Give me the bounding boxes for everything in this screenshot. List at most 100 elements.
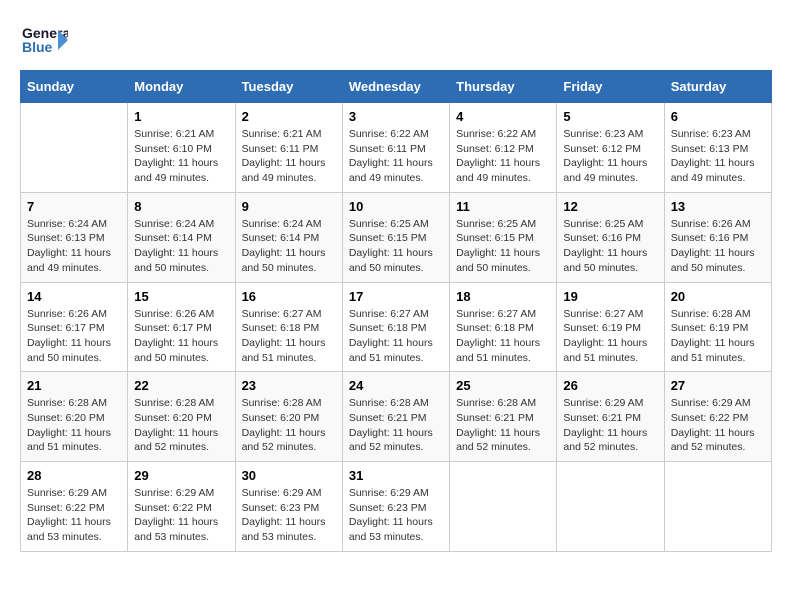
day-info: Sunrise: 6:27 AM Sunset: 6:18 PM Dayligh… [349,307,443,366]
calendar-cell: 3 Sunrise: 6:22 AM Sunset: 6:11 PM Daylig… [342,103,449,193]
weekday-header: Thursday [450,71,557,103]
day-info: Sunrise: 6:24 AM Sunset: 6:14 PM Dayligh… [134,217,228,276]
weekday-header: Monday [128,71,235,103]
calendar-cell: 31Sunrise: 6:29 AM Sunset: 6:23 PM Dayli… [342,462,449,552]
calendar-cell: 6Sunrise: 6:23 AM Sunset: 6:13 PM Daylig… [664,103,771,193]
day-number: 6 [671,109,765,124]
day-info: Sunrise: 6:25 AM Sunset: 6:16 PM Dayligh… [563,217,657,276]
logo: General Blue [20,20,68,60]
weekday-header: Tuesday [235,71,342,103]
calendar-cell: 29 Sunrise: 6:29 AM Sunset: 6:22 PM Dayli… [128,462,235,552]
day-number: 17 [349,289,443,304]
day-info: Sunrise: 6:28 AM Sunset: 6:19 PM Dayligh… [671,307,765,366]
day-number: 20 [671,289,765,304]
day-info: Sunrise: 6:22 AM Sunset: 6:12 PM Dayligh… [456,127,550,186]
day-number: 27 [671,378,765,393]
calendar-cell: 8 Sunrise: 6:24 AM Sunset: 6:14 PM Daylig… [128,192,235,282]
day-info: Sunrise: 6:29 AM Sunset: 6:23 PM Dayligh… [242,486,336,545]
day-number: 23 [242,378,336,393]
calendar-cell: 23 Sunrise: 6:28 AM Sunset: 6:20 PM Dayli… [235,372,342,462]
day-number: 15 [134,289,228,304]
calendar-cell: 13 Sunrise: 6:26 AM Sunset: 6:16 PM Dayli… [664,192,771,282]
day-number: 8 [134,199,228,214]
day-number: 29 [134,468,228,483]
day-info: Sunrise: 6:28 AM Sunset: 6:20 PM Dayligh… [242,396,336,455]
calendar-cell: 24 Sunrise: 6:28 AM Sunset: 6:21 PM Dayli… [342,372,449,462]
day-number: 30 [242,468,336,483]
day-info: Sunrise: 6:22 AM Sunset: 6:11 PM Dayligh… [349,127,443,186]
calendar-cell [21,103,128,193]
day-info: Sunrise: 6:26 AM Sunset: 6:17 PM Dayligh… [134,307,228,366]
calendar-cell: 9 Sunrise: 6:24 AM Sunset: 6:14 PM Daylig… [235,192,342,282]
calendar-table: SundayMondayTuesdayWednesdayThursdayFrid… [20,70,772,552]
calendar-cell: 12 Sunrise: 6:25 AM Sunset: 6:16 PM Dayli… [557,192,664,282]
calendar-cell: 21 Sunrise: 6:28 AM Sunset: 6:20 PM Dayli… [21,372,128,462]
day-info: Sunrise: 6:24 AM Sunset: 6:13 PM Dayligh… [27,217,121,276]
calendar-cell: 20 Sunrise: 6:28 AM Sunset: 6:19 PM Dayli… [664,282,771,372]
day-number: 2 [242,109,336,124]
calendar-cell: 26 Sunrise: 6:29 AM Sunset: 6:21 PM Dayli… [557,372,664,462]
day-info: Sunrise: 6:28 AM Sunset: 6:21 PM Dayligh… [349,396,443,455]
calendar-cell: 14 Sunrise: 6:26 AM Sunset: 6:17 PM Dayli… [21,282,128,372]
day-info: Sunrise: 6:23 AM Sunset: 6:12 PM Dayligh… [563,127,657,186]
day-number: 22 [134,378,228,393]
weekday-header: Friday [557,71,664,103]
calendar-cell: 2Sunrise: 6:21 AM Sunset: 6:11 PM Daylig… [235,103,342,193]
weekday-header: Sunday [21,71,128,103]
day-number: 13 [671,199,765,214]
calendar-cell: 18 Sunrise: 6:27 AM Sunset: 6:18 PM Dayli… [450,282,557,372]
calendar-header-row: SundayMondayTuesdayWednesdayThursdayFrid… [21,71,772,103]
day-info: Sunrise: 6:29 AM Sunset: 6:22 PM Dayligh… [671,396,765,455]
day-number: 4 [456,109,550,124]
calendar-cell: 19 Sunrise: 6:27 AM Sunset: 6:19 PM Dayli… [557,282,664,372]
calendar-cell [664,462,771,552]
calendar-week-row: 21 Sunrise: 6:28 AM Sunset: 6:20 PM Dayli… [21,372,772,462]
day-info: Sunrise: 6:21 AM Sunset: 6:10 PM Dayligh… [134,127,228,186]
day-number: 10 [349,199,443,214]
calendar-cell: 16Sunrise: 6:27 AM Sunset: 6:18 PM Dayli… [235,282,342,372]
calendar-cell: 11 Sunrise: 6:25 AM Sunset: 6:15 PM Dayli… [450,192,557,282]
day-info: Sunrise: 6:26 AM Sunset: 6:16 PM Dayligh… [671,217,765,276]
day-number: 9 [242,199,336,214]
day-number: 26 [563,378,657,393]
day-number: 31 [349,468,443,483]
page-header: General Blue [20,20,772,60]
calendar-cell: 15 Sunrise: 6:26 AM Sunset: 6:17 PM Dayli… [128,282,235,372]
day-number: 1 [134,109,228,124]
day-info: Sunrise: 6:25 AM Sunset: 6:15 PM Dayligh… [456,217,550,276]
calendar-cell: 10 Sunrise: 6:25 AM Sunset: 6:15 PM Dayli… [342,192,449,282]
day-number: 25 [456,378,550,393]
svg-text:Blue: Blue [22,39,53,55]
calendar-week-row: 7Sunrise: 6:24 AM Sunset: 6:13 PM Daylig… [21,192,772,282]
calendar-cell: 25 Sunrise: 6:28 AM Sunset: 6:21 PM Dayli… [450,372,557,462]
day-number: 28 [27,468,121,483]
day-info: Sunrise: 6:28 AM Sunset: 6:20 PM Dayligh… [134,396,228,455]
day-number: 19 [563,289,657,304]
calendar-cell: 5 Sunrise: 6:23 AM Sunset: 6:12 PM Daylig… [557,103,664,193]
day-number: 14 [27,289,121,304]
day-info: Sunrise: 6:29 AM Sunset: 6:21 PM Dayligh… [563,396,657,455]
day-number: 3 [349,109,443,124]
day-info: Sunrise: 6:27 AM Sunset: 6:19 PM Dayligh… [563,307,657,366]
day-info: Sunrise: 6:29 AM Sunset: 6:22 PM Dayligh… [27,486,121,545]
day-info: Sunrise: 6:28 AM Sunset: 6:20 PM Dayligh… [27,396,121,455]
day-number: 24 [349,378,443,393]
day-info: Sunrise: 6:24 AM Sunset: 6:14 PM Dayligh… [242,217,336,276]
day-info: Sunrise: 6:25 AM Sunset: 6:15 PM Dayligh… [349,217,443,276]
day-number: 11 [456,199,550,214]
day-info: Sunrise: 6:28 AM Sunset: 6:21 PM Dayligh… [456,396,550,455]
calendar-cell [450,462,557,552]
day-info: Sunrise: 6:26 AM Sunset: 6:17 PM Dayligh… [27,307,121,366]
calendar-week-row: 1 Sunrise: 6:21 AM Sunset: 6:10 PM Daylig… [21,103,772,193]
day-info: Sunrise: 6:29 AM Sunset: 6:22 PM Dayligh… [134,486,228,545]
day-info: Sunrise: 6:27 AM Sunset: 6:18 PM Dayligh… [456,307,550,366]
weekday-header: Saturday [664,71,771,103]
calendar-cell: 22 Sunrise: 6:28 AM Sunset: 6:20 PM Dayli… [128,372,235,462]
day-number: 12 [563,199,657,214]
weekday-header: Wednesday [342,71,449,103]
day-number: 18 [456,289,550,304]
day-info: Sunrise: 6:27 AM Sunset: 6:18 PM Dayligh… [242,307,336,366]
day-number: 21 [27,378,121,393]
day-number: 5 [563,109,657,124]
calendar-cell: 27 Sunrise: 6:29 AM Sunset: 6:22 PM Dayli… [664,372,771,462]
